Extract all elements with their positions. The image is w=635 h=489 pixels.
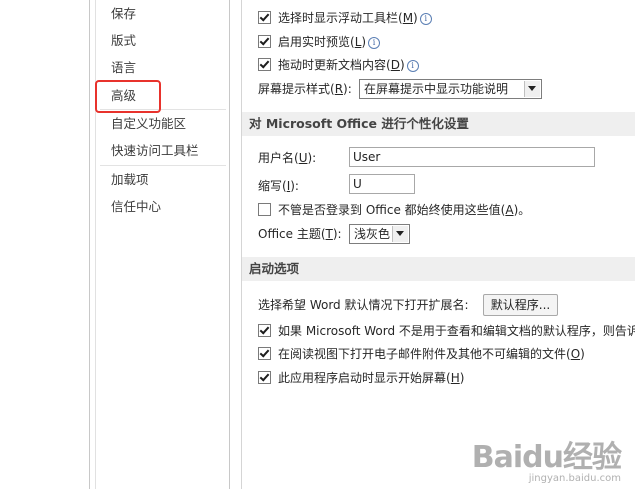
always-use-checkbox[interactable] — [258, 203, 271, 216]
nav-separator — [100, 165, 226, 166]
initials-input[interactable]: U — [349, 174, 415, 194]
nav-item-layout[interactable]: 版式 — [111, 30, 136, 52]
tell-me-default-checkbox[interactable] — [258, 324, 271, 337]
nav-item-save[interactable]: 保存 — [111, 3, 136, 25]
options-content: 选择时显示浮动工具栏(M) i 启用实时预览(L) i 拖动时更新文档内容(D) i … — [242, 0, 635, 489]
reading-view-option[interactable]: 在阅读视图下打开电子邮件附件及其他不可编辑的文件(O) — [258, 345, 585, 363]
nav-item-quick-access-toolbar[interactable]: 快速访问工具栏 — [111, 140, 199, 162]
screentip-label: 屏幕提示样式(R): — [258, 82, 352, 96]
info-icon: i — [406, 60, 419, 72]
start-screen-checkbox[interactable] — [258, 371, 271, 384]
username-input[interactable]: User — [349, 147, 595, 167]
mini-toolbar-checkbox[interactable] — [258, 11, 271, 24]
screentip-style-select[interactable]: 在屏幕提示中显示功能说明 — [359, 79, 542, 99]
info-icon: i — [368, 37, 381, 49]
nav-item-language[interactable]: 语言 — [111, 57, 136, 79]
left-divider — [89, 0, 90, 489]
advanced-highlight-box — [95, 80, 161, 113]
chevron-down-icon[interactable] — [392, 226, 408, 242]
reading-view-checkbox[interactable] — [258, 347, 271, 360]
nav-border — [229, 0, 230, 489]
username-label: 用户名(U): — [258, 151, 317, 165]
mini-toolbar-option[interactable]: 选择时显示浮动工具栏(M) i — [258, 9, 432, 27]
nav-item-addins[interactable]: 加载项 — [111, 169, 149, 191]
baidu-watermark: Baidu经验 jingyan.baidu.com — [471, 440, 622, 485]
watermark-brand: Baidu经验 — [471, 440, 622, 475]
section-personalize: 对 Microsoft Office 进行个性化设置 — [242, 112, 635, 136]
default-programs-button[interactable]: 默认程序... — [483, 294, 558, 316]
nav-item-customize-ribbon[interactable]: 自定义功能区 — [111, 113, 186, 135]
tell-me-default-option[interactable]: 如果 Microsoft Word 不是用于查看和编辑文档的默认程序，则告诉 — [258, 322, 635, 340]
options-nav: 保存 版式 语言 高级 自定义功能区 快速访问工具栏 加载项 信任中心 — [96, 0, 230, 489]
section-startup: 启动选项 — [242, 257, 635, 281]
nav-item-trust-center[interactable]: 信任中心 — [111, 196, 161, 218]
office-theme-label: Office 主题(T): — [258, 227, 342, 241]
always-use-option[interactable]: 不管是否登录到 Office 都始终使用这些值(A)。 — [258, 201, 530, 219]
default-extensions-label: 选择希望 Word 默认情况下打开扩展名: — [258, 298, 469, 312]
live-preview-option[interactable]: 启用实时预览(L) i — [258, 33, 381, 51]
initials-label: 缩写(I): — [258, 179, 299, 193]
office-theme-select[interactable]: 浅灰色 — [349, 224, 410, 244]
update-drag-option[interactable]: 拖动时更新文档内容(D) i — [258, 56, 419, 74]
update-drag-checkbox[interactable] — [258, 58, 271, 71]
chevron-down-icon[interactable] — [524, 81, 540, 97]
left-backstage-strip — [0, 0, 96, 489]
info-icon: i — [419, 13, 432, 25]
live-preview-checkbox[interactable] — [258, 35, 271, 48]
start-screen-option[interactable]: 此应用程序启动时显示开始屏幕(H) — [258, 369, 464, 387]
